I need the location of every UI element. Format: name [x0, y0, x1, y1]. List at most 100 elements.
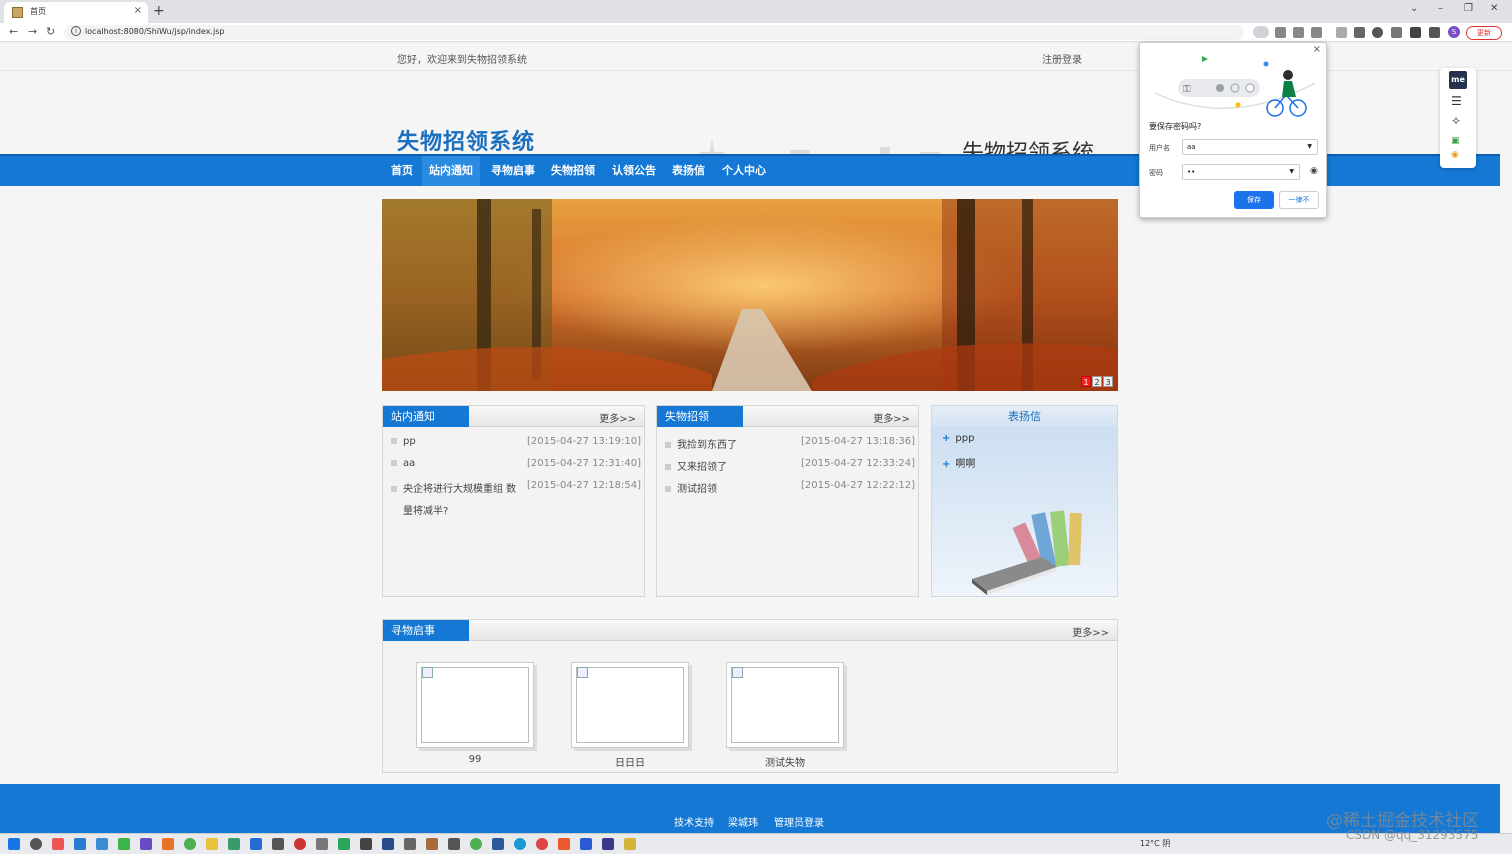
- browser-tab[interactable]: 首页 ×: [4, 2, 148, 23]
- footer-admin-login[interactable]: 管理员登录: [774, 814, 824, 829]
- menu-icon[interactable]: ☰: [1451, 94, 1462, 108]
- list-item[interactable]: 测试招领: [665, 480, 717, 495]
- taskbar-app-icon[interactable]: [74, 838, 86, 850]
- password-field[interactable]: •• ▼: [1182, 164, 1300, 180]
- taskbar-app-icon[interactable]: [404, 838, 416, 850]
- notice-title[interactable]: pp: [403, 436, 416, 447]
- close-window-icon[interactable]: ✕: [1490, 3, 1498, 14]
- url-omnibox[interactable]: i localhost:8080/ShiWu/jsp/index.jsp: [64, 25, 1244, 40]
- screenshot-icon[interactable]: ▣: [1451, 136, 1460, 146]
- taskbar-app-icon[interactable]: [382, 838, 394, 850]
- seeking-thumbnail[interactable]: [571, 662, 689, 748]
- seeking-caption[interactable]: 日日日: [571, 754, 689, 769]
- reload-icon[interactable]: ↻: [46, 25, 55, 38]
- chrome-icon[interactable]: [184, 838, 196, 850]
- seeking-caption[interactable]: 测试失物: [726, 754, 844, 769]
- word-icon[interactable]: [580, 838, 592, 850]
- bookmark-star-icon[interactable]: [1311, 27, 1322, 38]
- wechat-icon[interactable]: [118, 838, 130, 850]
- list-item[interactable]: 又来招领了: [665, 458, 727, 473]
- show-password-eye-icon[interactable]: ◉: [1310, 166, 1318, 176]
- share-icon[interactable]: [1293, 27, 1304, 38]
- restore-icon[interactable]: ❐: [1464, 3, 1473, 14]
- footer-author[interactable]: 梁城玮: [728, 814, 758, 829]
- taskbar-app-icon[interactable]: [426, 838, 438, 850]
- nav-seeking[interactable]: 寻物启事: [484, 156, 542, 186]
- list-item[interactable]: 我捡到东西了: [665, 436, 737, 451]
- save-password-button[interactable]: 保存: [1234, 191, 1274, 209]
- me-extension-icon[interactable]: me: [1449, 71, 1467, 89]
- footer-tech-support[interactable]: 技术支持: [674, 814, 714, 829]
- banner-slideshow[interactable]: 123: [382, 199, 1118, 391]
- lost-found-more-link[interactable]: 更多>>: [873, 410, 910, 425]
- taskbar-app-icon[interactable]: [558, 838, 570, 850]
- profile-avatar[interactable]: S: [1448, 26, 1460, 38]
- taskbar-app-icon[interactable]: [470, 838, 482, 850]
- seeking-thumbnail[interactable]: [416, 662, 534, 748]
- taskbar-app-icon[interactable]: [624, 838, 636, 850]
- username-field[interactable]: aa ▼: [1182, 139, 1318, 155]
- start-windows-icon[interactable]: [8, 838, 20, 850]
- never-save-button[interactable]: 一律不: [1279, 191, 1319, 209]
- banner-dot-2[interactable]: 2: [1092, 376, 1102, 387]
- site-logo[interactable]: 失物招领系统: [397, 124, 535, 156]
- password-key-icon[interactable]: [1253, 26, 1269, 38]
- seeking-thumbnail[interactable]: [726, 662, 844, 748]
- list-item[interactable]: 央企将进行大规模重组 数: [391, 480, 516, 495]
- update-button[interactable]: 更新: [1466, 26, 1502, 40]
- lost-found-title[interactable]: 我捡到东西了: [677, 440, 737, 451]
- taskbar-app-icon[interactable]: [448, 838, 460, 850]
- notice-title[interactable]: 央企将进行大规模重组 数: [403, 484, 516, 495]
- taskbar-app-icon[interactable]: [52, 838, 64, 850]
- nav-praise[interactable]: 表扬信: [665, 156, 712, 186]
- list-item[interactable]: pp: [391, 436, 416, 447]
- tab-close-icon[interactable]: ×: [134, 5, 142, 16]
- notice-title[interactable]: aa: [403, 458, 415, 469]
- magic-wand-icon[interactable]: ✧: [1451, 114, 1461, 128]
- taskbar-app-icon[interactable]: [492, 838, 504, 850]
- edge-icon[interactable]: [514, 838, 526, 850]
- nav-claim-notice[interactable]: 认领公告: [605, 156, 663, 186]
- search-icon[interactable]: [30, 838, 42, 850]
- taskbar-app-icon[interactable]: [536, 838, 548, 850]
- lost-found-title[interactable]: 又来招领了: [677, 462, 727, 473]
- taskbar-app-icon[interactable]: [360, 838, 372, 850]
- nav-personal-center[interactable]: 个人中心: [715, 156, 773, 186]
- list-item[interactable]: aa: [391, 458, 415, 469]
- nav-notices[interactable]: 站内通知: [422, 156, 480, 186]
- weather-widget[interactable]: 12°C 阴: [1140, 838, 1170, 849]
- dropdown-arrow-icon[interactable]: ▼: [1289, 165, 1294, 179]
- taskbar-app-icon[interactable]: [272, 838, 284, 850]
- sidepanel-icon[interactable]: [1429, 27, 1440, 38]
- banner-dot-1[interactable]: 1: [1081, 376, 1091, 387]
- taskbar-app-icon[interactable]: [250, 838, 262, 850]
- url-text[interactable]: localhost:8080/ShiWu/jsp/index.jsp: [85, 27, 224, 36]
- seeking-caption[interactable]: 99: [416, 754, 534, 765]
- taskbar-app-icon[interactable]: [294, 838, 306, 850]
- puzzle-extensions-icon[interactable]: [1410, 27, 1421, 38]
- extension-icon-2[interactable]: [1391, 27, 1402, 38]
- back-icon[interactable]: ←: [9, 25, 18, 38]
- taskbar-app-icon[interactable]: [228, 838, 240, 850]
- banner-dot-3[interactable]: 3: [1103, 376, 1113, 387]
- notices-more-link[interactable]: 更多>>: [599, 410, 636, 425]
- praise-title[interactable]: ppp: [955, 433, 974, 444]
- nav-home[interactable]: 首页: [384, 156, 420, 186]
- taskbar-app-icon[interactable]: [316, 838, 328, 850]
- list-item[interactable]: + ppp: [942, 433, 974, 444]
- file-explorer-icon[interactable]: [206, 838, 218, 850]
- praise-title[interactable]: 啊啊: [955, 459, 975, 470]
- seeking-more-link[interactable]: 更多>>: [1072, 624, 1109, 639]
- taskbar-app-icon[interactable]: [140, 838, 152, 850]
- nav-lost-found[interactable]: 失物招领: [544, 156, 602, 186]
- taskbar-app-icon[interactable]: [602, 838, 614, 850]
- zoom-icon[interactable]: [1275, 27, 1286, 38]
- tab-search-icon[interactable]: ⌄: [1410, 3, 1418, 14]
- taskbar-app-icon[interactable]: [96, 838, 108, 850]
- w-extension-icon[interactable]: [1372, 27, 1383, 38]
- list-item[interactable]: + 啊啊: [942, 455, 975, 470]
- notice-title-continued[interactable]: 量将减半?: [403, 502, 448, 517]
- eye-icon[interactable]: ◉: [1451, 150, 1459, 160]
- site-info-icon[interactable]: i: [71, 26, 81, 36]
- forward-icon[interactable]: →: [28, 25, 37, 38]
